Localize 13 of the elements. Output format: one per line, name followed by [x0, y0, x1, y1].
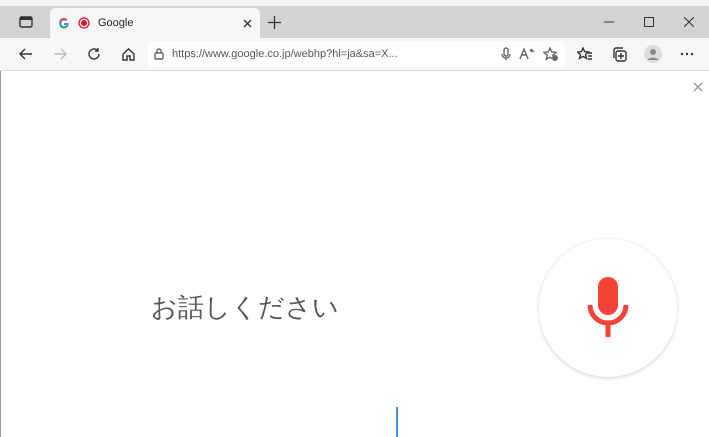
browser-tab[interactable]: Google	[50, 8, 260, 38]
close-icon[interactable]	[243, 18, 252, 28]
address-bar[interactable]: https://www.google.co.jp/webhp?hl=ja&sa=X...	[148, 41, 565, 67]
add-favorite-icon[interactable]	[543, 46, 559, 62]
google-logo-icon	[58, 17, 70, 29]
voice-prompt-text: お話しください	[151, 291, 339, 324]
url-text: https://www.google.co.jp/webhp?hl=ja&sa=X...	[172, 48, 399, 60]
lock-icon	[154, 48, 164, 60]
read-aloud-icon[interactable]	[519, 48, 535, 60]
tab-title: Google	[98, 17, 134, 29]
text-cursor	[396, 407, 398, 437]
microphone-icon[interactable]	[501, 47, 511, 61]
microphone-icon	[586, 277, 630, 339]
